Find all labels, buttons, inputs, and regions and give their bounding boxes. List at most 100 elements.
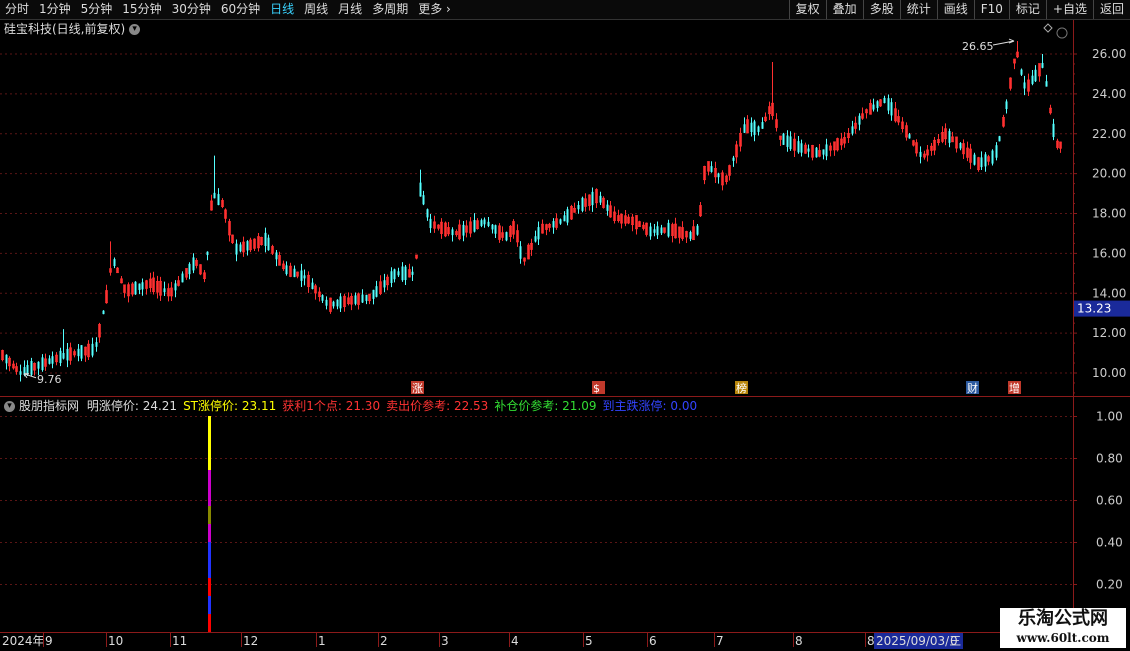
toolbar-button-3[interactable]: 统计 xyxy=(899,0,937,19)
period-tab-9[interactable]: 多周期 xyxy=(367,0,413,19)
indicator-axis-label: 0.40 xyxy=(1096,536,1123,550)
candle-body xyxy=(411,271,414,275)
high-arrow-line xyxy=(992,40,1015,46)
date-label: 9 xyxy=(45,634,53,648)
high-price-label: 26.65 xyxy=(962,40,994,53)
candle-body xyxy=(80,345,83,359)
price-axis-label: 12.00 xyxy=(1092,326,1126,340)
candle-body xyxy=(419,182,422,197)
date-tick xyxy=(170,633,171,647)
candle-body xyxy=(667,222,670,237)
period-tab-6[interactable]: 日线 xyxy=(265,0,299,19)
candle-body xyxy=(213,192,216,199)
date-tick xyxy=(378,633,379,647)
candle-body xyxy=(59,350,62,364)
price-axis-label: 16.00 xyxy=(1092,246,1126,260)
candle-body xyxy=(1052,123,1055,138)
period-tab-5[interactable]: 60分钟 xyxy=(216,0,265,19)
toolbar-button-5[interactable]: F10 xyxy=(973,0,1009,19)
indicator-axis-label: 0.20 xyxy=(1096,578,1123,592)
date-label: 0 xyxy=(950,634,958,648)
candle-body xyxy=(354,295,357,304)
candle-body xyxy=(48,358,51,364)
candle-body xyxy=(188,263,191,275)
signal-bar-segment xyxy=(208,470,211,489)
toolbar-button-4[interactable]: 画线 xyxy=(936,0,974,19)
candle-body xyxy=(959,143,962,149)
period-tab-3[interactable]: 15分钟 xyxy=(117,0,166,19)
date-label: 1 xyxy=(318,634,326,648)
indicator-value-5: 到主跌涨停: 0.00 xyxy=(602,399,698,413)
candle-body xyxy=(883,97,886,103)
toolbar-button-0[interactable]: 复权 xyxy=(788,0,826,19)
candle-body xyxy=(984,154,987,167)
period-tab-1[interactable]: 1分钟 xyxy=(34,0,76,19)
candle-body xyxy=(235,243,238,255)
indicator-name[interactable]: 股朋指标网 xyxy=(19,399,79,413)
circle-settings-icon[interactable] xyxy=(1056,27,1068,39)
chevron-down-icon[interactable]: ▾ xyxy=(4,401,15,412)
signal-bar-segment xyxy=(208,542,211,561)
candle-body xyxy=(552,221,555,228)
candle-body xyxy=(995,145,998,158)
toolbar-button-2[interactable]: 多股 xyxy=(862,0,900,19)
candle-body xyxy=(581,197,584,211)
event-tag-text: 榜 xyxy=(736,381,747,395)
candle-body xyxy=(365,294,368,301)
candle-body xyxy=(217,194,220,206)
candle-body xyxy=(807,148,810,152)
candle-body xyxy=(451,229,454,236)
candle-body xyxy=(825,144,828,157)
toolbar-button-6[interactable]: 标记 xyxy=(1008,0,1046,19)
candle-body xyxy=(505,232,508,241)
candle-body xyxy=(563,215,566,222)
period-tab-8[interactable]: 月线 xyxy=(333,0,367,19)
candle-body xyxy=(599,195,602,203)
watermark-line1: 乐淘公式网 xyxy=(1018,608,1108,629)
date-tick xyxy=(583,633,584,647)
period-tab-4[interactable]: 30分钟 xyxy=(167,0,216,19)
chevron-right-icon: › xyxy=(446,2,451,16)
candle-body xyxy=(980,157,983,168)
candle-body xyxy=(134,281,137,295)
signal-bar-segment xyxy=(208,560,211,579)
signal-bar-segment xyxy=(208,452,211,471)
date-label: 5 xyxy=(585,634,593,648)
candle-body xyxy=(267,237,270,251)
candle-body xyxy=(275,252,278,260)
indicator-value-4: 补仓价参考: 21.09 xyxy=(494,399,597,413)
candle-body xyxy=(750,122,753,133)
candle-body xyxy=(887,98,890,111)
toolbar-button-1[interactable]: 叠加 xyxy=(825,0,863,19)
candle-body xyxy=(717,173,720,178)
candle-body xyxy=(181,273,184,283)
candle-body xyxy=(487,221,490,226)
candle-body xyxy=(311,282,314,289)
toolbar-button-7[interactable]: +自选 xyxy=(1045,0,1093,19)
period-tab-7[interactable]: 周线 xyxy=(299,0,333,19)
toolbar-button-8[interactable]: 返回 xyxy=(1092,0,1130,19)
period-tab-0[interactable]: 分时 xyxy=(0,0,34,19)
candle-body xyxy=(491,224,494,230)
candle-body xyxy=(462,224,465,236)
kline-chart[interactable]: 26.00 24.00 22.00 20.00 18.00 16.00 14.00 12.00… xyxy=(0,20,1130,632)
candle-body xyxy=(62,353,65,359)
candle-body xyxy=(473,220,476,232)
watermark-line2: www.60lt.com xyxy=(1016,631,1110,645)
date-label: 2 xyxy=(380,634,388,648)
more-periods-button[interactable]: 更多 › xyxy=(413,0,456,19)
date-tick xyxy=(241,633,242,647)
diamond-icon[interactable] xyxy=(1043,23,1053,33)
candle-body xyxy=(743,124,746,133)
indicator-axis-label: 0.80 xyxy=(1096,452,1123,466)
candle-body xyxy=(390,271,393,283)
candle-body xyxy=(761,122,764,129)
candle-body xyxy=(37,361,40,369)
date-tick xyxy=(647,633,648,647)
candle-body xyxy=(30,360,33,375)
date-label: 4 xyxy=(511,634,519,648)
indicator-value-0: 明涨停价: 24.21 xyxy=(86,399,178,413)
candle-body xyxy=(480,220,483,226)
period-tab-2[interactable]: 5分钟 xyxy=(76,0,118,19)
candle-body xyxy=(919,151,922,157)
